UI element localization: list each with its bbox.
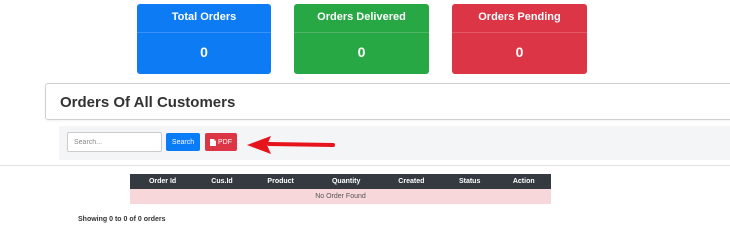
- card-divider: [294, 32, 429, 33]
- column-action[interactable]: Action: [496, 174, 551, 189]
- search-input[interactable]: [67, 132, 162, 152]
- orders-delivered-card: Orders Delivered 0: [294, 4, 429, 74]
- column-customer-id[interactable]: Cus.Id: [195, 174, 249, 189]
- orders-dashboard: Total Orders 0 Orders Delivered 0 Orders…: [0, 0, 730, 243]
- divider: [0, 165, 730, 166]
- card-value: 0: [515, 44, 524, 60]
- pagination-info: Showing 0 to 0 of 0 orders: [78, 216, 166, 223]
- column-created[interactable]: Created: [379, 174, 443, 189]
- card-title: Orders Delivered: [317, 11, 406, 23]
- orders-table: Order Id Cus.Id Product Quantity Created…: [130, 174, 551, 204]
- card-title: Orders Pending: [478, 11, 561, 23]
- search-toolbar: Search PDF: [59, 126, 730, 160]
- column-order-id[interactable]: Order Id: [130, 174, 196, 189]
- search-button[interactable]: Search: [166, 133, 200, 151]
- card-value: 0: [357, 44, 366, 60]
- table-row: No Order Found: [130, 189, 551, 204]
- red-arrow-annotation: [247, 136, 335, 154]
- card-divider: [137, 32, 271, 33]
- column-status[interactable]: Status: [442, 174, 497, 189]
- card-title: Total Orders: [171, 11, 237, 23]
- orders-pending-card: Orders Pending 0: [452, 4, 587, 74]
- pdf-button-label: PDF: [218, 138, 232, 146]
- column-quantity[interactable]: Quantity: [312, 174, 380, 189]
- empty-table-message: No Order Found: [130, 189, 551, 204]
- section-header: Orders Of All Customers: [45, 83, 730, 120]
- card-value: 0: [200, 44, 208, 60]
- card-divider: [452, 32, 587, 33]
- pdf-file-icon: [210, 138, 216, 146]
- column-product[interactable]: Product: [248, 174, 313, 189]
- page-title: Orders Of All Customers: [60, 94, 236, 111]
- total-orders-card: Total Orders 0: [137, 4, 271, 74]
- table-header-row: Order Id Cus.Id Product Quantity Created…: [130, 174, 551, 189]
- pdf-button[interactable]: PDF: [205, 133, 237, 151]
